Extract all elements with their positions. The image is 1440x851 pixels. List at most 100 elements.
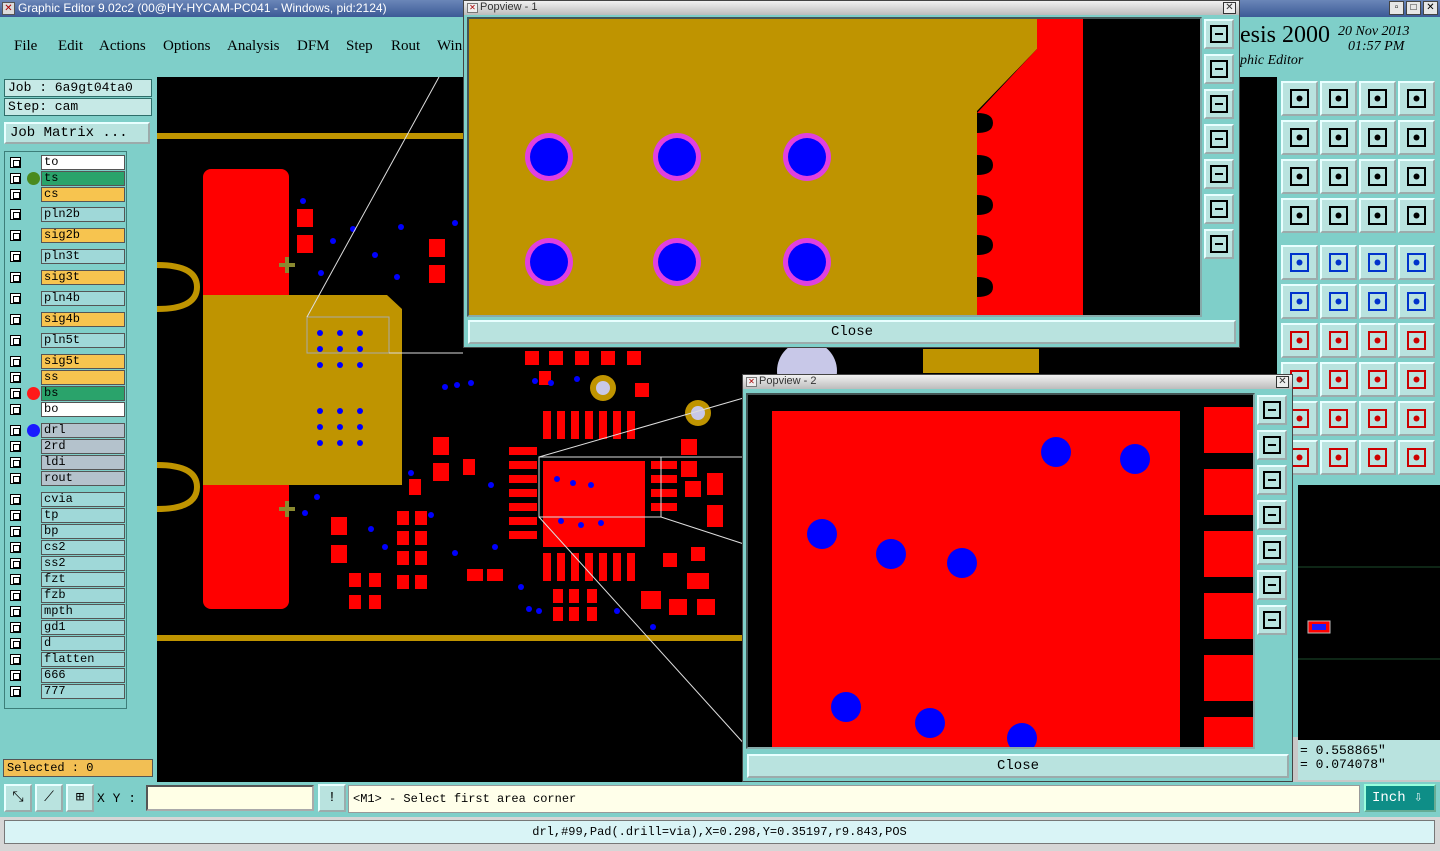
layer-name[interactable]: cs2 bbox=[41, 540, 125, 555]
layer-name[interactable]: ss2 bbox=[41, 556, 125, 571]
layer-row-d[interactable]: d bbox=[7, 636, 127, 651]
home-icon[interactable] bbox=[1359, 81, 1396, 116]
layer-row-bs[interactable]: bs bbox=[7, 386, 127, 401]
move-icon[interactable] bbox=[1359, 284, 1396, 319]
arc-icon[interactable] bbox=[1359, 323, 1396, 358]
feature-info-icon[interactable] bbox=[1281, 245, 1318, 280]
layer-checkbox[interactable] bbox=[10, 293, 21, 304]
layer-checkbox[interactable] bbox=[10, 590, 21, 601]
layer-row-cs[interactable]: cs bbox=[7, 187, 127, 202]
measure-icon[interactable]: ⟋ bbox=[35, 784, 63, 812]
layer-checkbox[interactable] bbox=[10, 356, 21, 367]
zoom-out-icon[interactable] bbox=[1204, 54, 1234, 84]
layer-row-to[interactable]: to bbox=[7, 155, 127, 170]
layer-row-2rd[interactable]: 2rd bbox=[7, 439, 127, 454]
layer-checkbox[interactable] bbox=[10, 494, 21, 505]
layer-checkbox[interactable] bbox=[10, 173, 21, 184]
layer-row-ss2[interactable]: ss2 bbox=[7, 556, 127, 571]
menu-actions[interactable]: Actions bbox=[99, 38, 146, 55]
triangle-arc-icon[interactable] bbox=[1398, 401, 1435, 436]
panel-icon[interactable] bbox=[1398, 81, 1435, 116]
layer-checkbox[interactable] bbox=[10, 638, 21, 649]
close-window-button[interactable]: ✕ bbox=[1423, 1, 1438, 15]
layer-name[interactable]: ts bbox=[41, 171, 125, 186]
layer-name[interactable]: flatten bbox=[41, 652, 125, 667]
layer-name[interactable]: fzt bbox=[41, 572, 125, 587]
layer-checkbox[interactable] bbox=[10, 314, 21, 325]
layer-row-cvia[interactable]: cvia bbox=[7, 492, 127, 507]
layer-name[interactable]: 777 bbox=[41, 684, 125, 699]
layer-name[interactable]: 666 bbox=[41, 668, 125, 683]
delete-icon[interactable] bbox=[1320, 284, 1357, 319]
snap-icon[interactable]: ⤡ bbox=[4, 784, 32, 812]
layer-checkbox[interactable] bbox=[10, 526, 21, 537]
layer-checkbox[interactable] bbox=[10, 441, 21, 452]
angle-icon[interactable] bbox=[1281, 323, 1318, 358]
layer-name[interactable]: sig3t bbox=[41, 270, 125, 285]
bar-icon[interactable] bbox=[1320, 362, 1357, 397]
layer-name[interactable]: tp bbox=[41, 508, 125, 523]
alert-icon[interactable]: ! bbox=[318, 784, 346, 812]
triangle-icon[interactable] bbox=[1320, 401, 1357, 436]
layer-name[interactable]: sig2b bbox=[41, 228, 125, 243]
layer-name[interactable]: rout bbox=[41, 471, 125, 486]
fit-icon[interactable] bbox=[1257, 500, 1287, 530]
layer-checkbox[interactable] bbox=[10, 574, 21, 585]
menu-analysis[interactable]: Analysis bbox=[227, 38, 280, 55]
fit-icon[interactable] bbox=[1281, 159, 1318, 194]
layer-row-rout[interactable]: rout bbox=[7, 471, 127, 486]
layer-row-fzb[interactable]: fzb bbox=[7, 588, 127, 603]
route-icon[interactable] bbox=[1398, 440, 1435, 475]
layer-checkbox[interactable] bbox=[10, 457, 21, 468]
layer-row-tp[interactable]: tp bbox=[7, 508, 127, 523]
layer-checkbox[interactable] bbox=[10, 189, 21, 200]
layer-name[interactable]: 2rd bbox=[41, 439, 125, 454]
import-icon[interactable] bbox=[1320, 81, 1357, 116]
menu-edit[interactable]: Edit bbox=[58, 38, 83, 55]
menu-file[interactable]: File bbox=[14, 38, 37, 55]
zoom-in-icon[interactable] bbox=[1257, 395, 1287, 425]
clear-icon[interactable] bbox=[1398, 245, 1435, 280]
layer-row-cs2[interactable]: cs2 bbox=[7, 540, 127, 555]
maximize-button[interactable]: □ bbox=[1406, 1, 1421, 15]
layer-name[interactable]: ldi bbox=[41, 455, 125, 470]
layer-row-777[interactable]: 777 bbox=[7, 684, 127, 699]
connect-icon[interactable] bbox=[1281, 284, 1318, 319]
layer-row-bp[interactable]: bp bbox=[7, 524, 127, 539]
layer-checkbox[interactable] bbox=[10, 510, 21, 521]
zoom-out-icon[interactable] bbox=[1257, 430, 1287, 460]
menu-step[interactable]: Step bbox=[346, 38, 373, 55]
select-layers-icon[interactable] bbox=[1398, 198, 1435, 233]
layer-name[interactable]: cvia bbox=[41, 492, 125, 507]
popview-1-close-button[interactable]: Close bbox=[468, 320, 1236, 344]
layer-checkbox[interactable] bbox=[10, 251, 21, 262]
zoom-in-icon[interactable] bbox=[1204, 19, 1234, 49]
ruler-icon[interactable] bbox=[1359, 245, 1396, 280]
grid-toggle-icon[interactable] bbox=[1320, 198, 1357, 233]
layer-row-sig5t[interactable]: sig5t bbox=[7, 354, 127, 369]
pan-icon[interactable] bbox=[1257, 465, 1287, 495]
popview-2-close-icon[interactable]: ✕ bbox=[1276, 376, 1289, 388]
layer-checkbox[interactable] bbox=[10, 157, 21, 168]
redraw-icon[interactable] bbox=[1398, 120, 1435, 155]
text-icon[interactable] bbox=[1398, 323, 1435, 358]
layer-name[interactable]: sig5t bbox=[41, 354, 125, 369]
layer-name[interactable]: fzb bbox=[41, 588, 125, 603]
group-icon[interactable] bbox=[1398, 362, 1435, 397]
layer-row-sig4b[interactable]: sig4b bbox=[7, 312, 127, 327]
layer-checkbox[interactable] bbox=[10, 404, 21, 415]
step-icon[interactable] bbox=[1257, 535, 1287, 565]
center-icon[interactable] bbox=[1257, 605, 1287, 635]
layer-row-pln5t[interactable]: pln5t bbox=[7, 333, 127, 348]
unit-selector[interactable]: Inch ⇩ bbox=[1364, 784, 1436, 812]
profile-icon[interactable] bbox=[1320, 245, 1357, 280]
layer-row-bo[interactable]: bo bbox=[7, 402, 127, 417]
layer-row-sig2b[interactable]: sig2b bbox=[7, 228, 127, 243]
layer-checkbox[interactable] bbox=[10, 622, 21, 633]
layer-row-drl[interactable]: drl bbox=[7, 423, 127, 438]
layer-checkbox[interactable] bbox=[10, 686, 21, 697]
layer-name[interactable]: ss bbox=[41, 370, 125, 385]
select-icon[interactable] bbox=[1320, 440, 1357, 475]
line-icon[interactable] bbox=[1320, 323, 1357, 358]
menu-rout[interactable]: Rout bbox=[391, 38, 420, 55]
